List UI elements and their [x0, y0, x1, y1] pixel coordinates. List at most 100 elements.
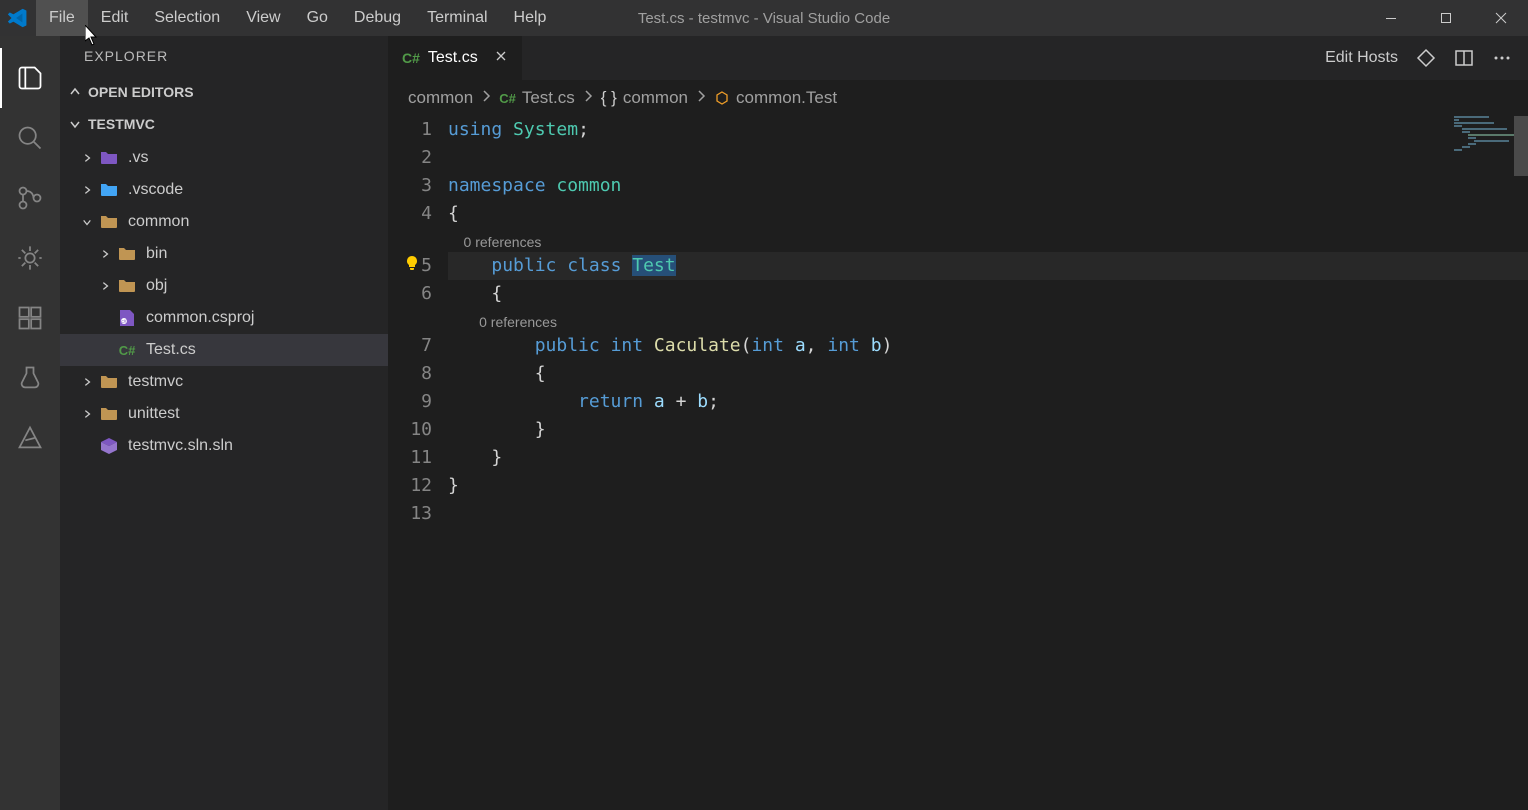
tree-item-label: common	[128, 213, 189, 231]
codelens[interactable]: 0 references	[448, 228, 1528, 252]
folder-icon	[98, 403, 120, 425]
breadcrumb-common[interactable]: { }common	[601, 88, 688, 108]
chevron-right-icon	[68, 85, 82, 99]
code-content[interactable]: using System;namespace common{ 0 referen…	[448, 116, 1528, 810]
menu-go[interactable]: Go	[294, 0, 341, 36]
more-actions-icon[interactable]	[1492, 48, 1512, 68]
menu-edit[interactable]: Edit	[88, 0, 142, 36]
chevron-icon	[82, 215, 92, 229]
chevron-icon	[80, 409, 94, 419]
menu-bar: FileEditSelectionViewGoDebugTerminalHelp	[36, 0, 559, 36]
menu-selection[interactable]: Selection	[141, 0, 233, 36]
vscode-logo-icon	[0, 0, 36, 36]
code-line-12[interactable]: }	[448, 472, 1528, 500]
tree-item-bin[interactable]: bin	[60, 238, 388, 270]
debug-view-icon[interactable]	[0, 228, 60, 288]
breadcrumb-separator-icon	[583, 88, 593, 108]
minimap[interactable]	[1454, 116, 1514, 216]
tree-item-common-csproj[interactable]: c#common.csproj	[60, 302, 388, 334]
breadcrumb-common-Test[interactable]: common.Test	[714, 88, 837, 108]
menu-terminal[interactable]: Terminal	[414, 0, 500, 36]
main-area: EXPLORER OPEN EDITORS TESTMVC .vs .vscode…	[0, 36, 1528, 810]
menu-file[interactable]: File	[36, 0, 88, 36]
tree-item--vs[interactable]: .vs	[60, 142, 388, 174]
minimize-button[interactable]	[1363, 0, 1418, 36]
close-tab-icon[interactable]	[494, 49, 508, 68]
test-explorer-icon[interactable]	[0, 348, 60, 408]
open-editors-section[interactable]: OPEN EDITORS	[60, 76, 388, 108]
edit-hosts-action[interactable]: Edit Hosts	[1325, 49, 1398, 67]
tab-test-cs[interactable]: C# Test.cs	[388, 36, 523, 80]
file-icon	[98, 435, 120, 457]
tree-item-label: testmvc	[128, 373, 183, 391]
tree-item-testmvc-sln-sln[interactable]: testmvc.sln.sln	[60, 430, 388, 462]
code-line-10[interactable]: }	[448, 416, 1528, 444]
tree-item-obj[interactable]: obj	[60, 270, 388, 302]
breadcrumb-separator-icon	[696, 88, 706, 108]
code-line-9[interactable]: return a + b;	[448, 388, 1528, 416]
lightbulb-icon[interactable]	[404, 252, 424, 272]
tab-label: Test.cs	[428, 49, 478, 67]
code-editor[interactable]: 12345678910111213 using System; namespace…	[388, 116, 1528, 810]
title-bar: FileEditSelectionViewGoDebugTerminalHelp…	[0, 0, 1528, 36]
folder-icon	[98, 371, 120, 393]
code-line-2[interactable]	[448, 144, 1528, 172]
folder-icon	[116, 243, 138, 265]
split-editor-icon[interactable]	[1454, 48, 1474, 68]
explorer-view-icon[interactable]	[0, 48, 60, 108]
folder-icon	[116, 275, 138, 297]
azure-icon[interactable]	[0, 408, 60, 468]
diff-icon[interactable]	[1416, 48, 1436, 68]
extensions-view-icon[interactable]	[0, 288, 60, 348]
chevron-icon	[98, 249, 112, 259]
sidebar-title: EXPLORER	[60, 36, 388, 76]
maximize-button[interactable]	[1418, 0, 1473, 36]
editor-group: C# Test.cs Edit Hosts commonC#Test.cs	[388, 36, 1528, 810]
code-line-1[interactable]: using System;	[448, 116, 1528, 144]
code-line-7[interactable]: public int Caculate(int a, int b)	[448, 332, 1528, 360]
close-button[interactable]	[1473, 0, 1528, 36]
breadcrumb-Test-cs[interactable]: C#Test.cs	[499, 88, 575, 108]
breadcrumbs[interactable]: common C#Test.cs { }common common.Test	[388, 80, 1528, 116]
breadcrumb-common[interactable]: common	[408, 88, 473, 108]
code-line-5[interactable]: public class Test	[448, 252, 1528, 280]
code-line-11[interactable]: }	[448, 444, 1528, 472]
tab-bar: C# Test.cs Edit Hosts	[388, 36, 1528, 80]
chevron-icon	[98, 281, 112, 291]
menu-help[interactable]: Help	[501, 0, 560, 36]
folder-icon	[98, 179, 120, 201]
tree-item-label: .vs	[128, 149, 148, 167]
code-line-3[interactable]: namespace common	[448, 172, 1528, 200]
code-line-8[interactable]: {	[448, 360, 1528, 388]
folder-icon	[98, 147, 120, 169]
code-line-4[interactable]: {	[448, 200, 1528, 228]
file-icon: C#	[116, 339, 138, 361]
tab-actions: Edit Hosts	[1325, 36, 1528, 80]
tree-item-Test-cs[interactable]: C#Test.cs	[60, 334, 388, 366]
explorer-sidebar: EXPLORER OPEN EDITORS TESTMVC .vs .vscode…	[60, 36, 388, 810]
source-control-icon[interactable]	[0, 168, 60, 228]
tree-item-testmvc[interactable]: testmvc	[60, 366, 388, 398]
chevron-icon	[80, 153, 94, 163]
tree-item-common[interactable]: common	[60, 206, 388, 238]
file-tree: .vs .vscode common binobjc#common.csprojC#T…	[60, 140, 388, 464]
tree-item-label: unittest	[128, 405, 180, 423]
activity-bar	[0, 36, 60, 810]
code-line-6[interactable]: {	[448, 280, 1528, 308]
chevron-down-icon	[68, 117, 82, 131]
svg-text:c#: c#	[121, 319, 127, 325]
tree-item-unittest[interactable]: unittest	[60, 398, 388, 430]
chevron-icon	[80, 377, 94, 387]
search-view-icon[interactable]	[0, 108, 60, 168]
project-section[interactable]: TESTMVC	[60, 108, 388, 140]
menu-view[interactable]: View	[233, 0, 293, 36]
chevron-icon	[80, 185, 94, 195]
csharp-file-icon: C#	[402, 50, 420, 66]
vertical-scrollbar[interactable]	[1514, 116, 1528, 176]
tree-item--vscode[interactable]: .vscode	[60, 174, 388, 206]
tree-item-label: testmvc.sln.sln	[128, 437, 233, 455]
menu-debug[interactable]: Debug	[341, 0, 414, 36]
line-gutter: 12345678910111213	[388, 116, 448, 810]
codelens[interactable]: 0 references	[448, 308, 1528, 332]
code-line-13[interactable]	[448, 500, 1528, 528]
